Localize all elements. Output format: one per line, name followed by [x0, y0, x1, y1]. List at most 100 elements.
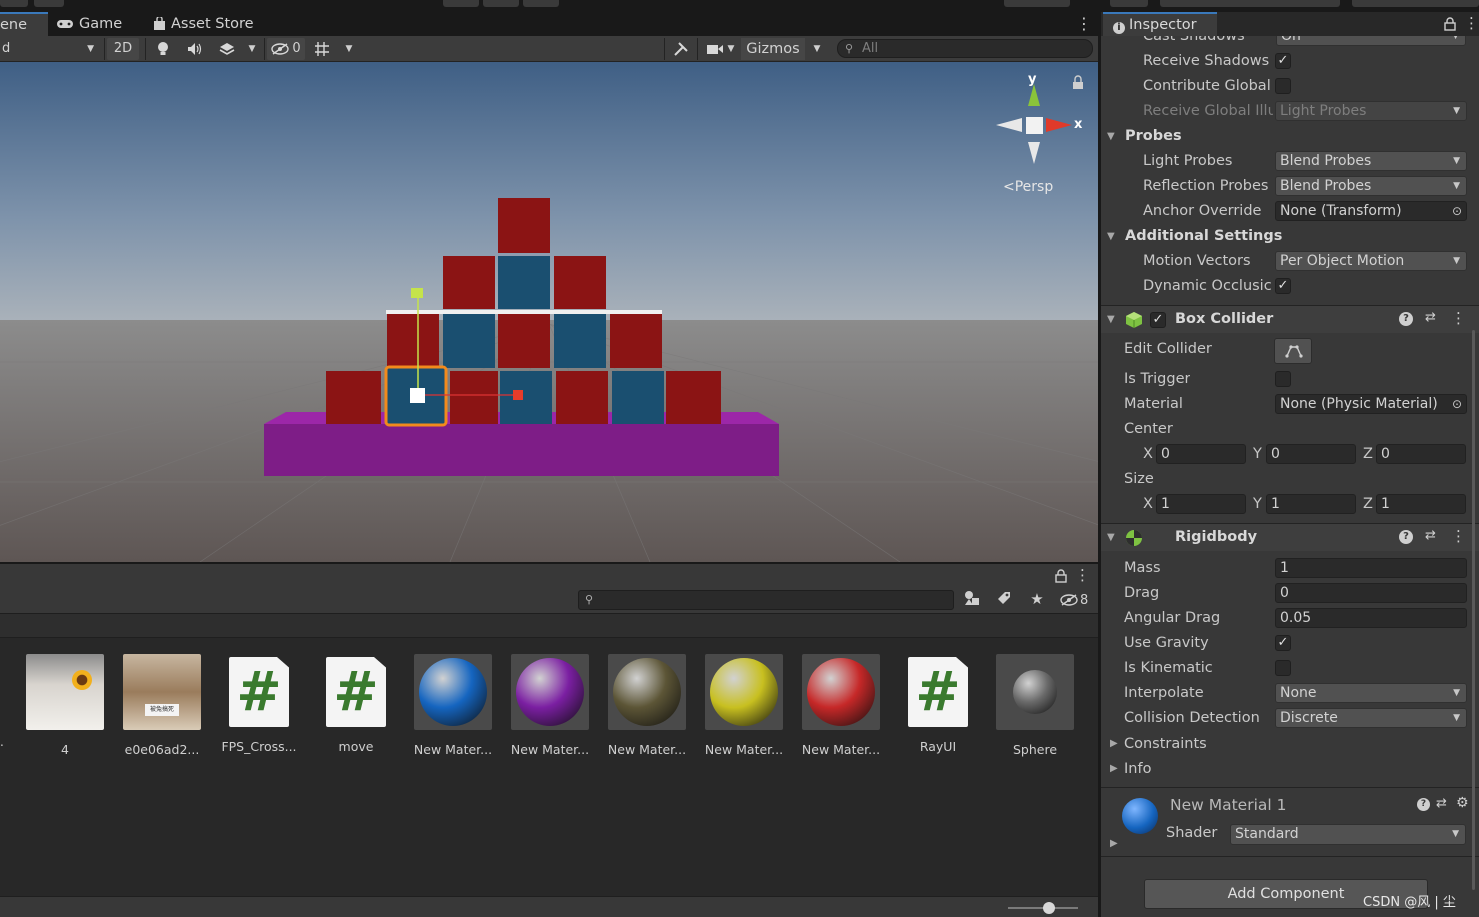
lighting-toggle-button[interactable] — [150, 38, 176, 60]
presets-icon[interactable]: ⇄ — [1425, 310, 1436, 325]
object-picker-icon[interactable]: ⊙ — [1452, 202, 1462, 220]
is-trigger-checkbox[interactable] — [1275, 371, 1291, 387]
play-button[interactable] — [443, 0, 479, 7]
light-probes-dropdown[interactable]: Blend Probes — [1275, 151, 1467, 171]
center-y-field[interactable]: 0 — [1266, 444, 1356, 464]
effects-toggle-button[interactable] — [214, 38, 240, 60]
gizmo-x-label[interactable]: x — [1074, 117, 1082, 132]
rigidbody-header[interactable]: ▼ Rigidbody ? ⇄ ⋮ — [1101, 523, 1479, 551]
gizmo-y-label[interactable]: y — [1028, 72, 1036, 87]
collider-material-field[interactable]: None (Physic Material) ⊙ — [1275, 394, 1467, 414]
constraints-foldout[interactable]: ▶ Constraints — [1101, 732, 1479, 757]
asset-item[interactable]: # FPS_Cross... — [214, 654, 304, 754]
lock-icon[interactable] — [1055, 568, 1067, 583]
effects-dropdown[interactable]: ▼ — [242, 38, 262, 60]
angular-drag-field[interactable]: 0.05 — [1275, 608, 1467, 628]
asset-item[interactable]: New Mater... — [408, 654, 498, 757]
presets-icon[interactable]: ⇄ — [1436, 796, 1447, 811]
tab-scene[interactable]: ene — [0, 12, 48, 36]
dynamic-occlusion-checkbox[interactable]: ✓ — [1275, 278, 1291, 294]
probes-foldout[interactable]: ▼ Probes — [1101, 124, 1479, 149]
kebab-menu-icon[interactable]: ⋮ — [1464, 14, 1479, 32]
receive-shadows-checkbox[interactable]: ✓ — [1275, 53, 1291, 69]
box-collider-header[interactable]: ▼ ✓ Box Collider ? ⇄ ⋮ — [1101, 305, 1479, 333]
asset-item[interactable]: Sphere — [990, 654, 1080, 757]
help-icon[interactable]: ? — [1399, 530, 1413, 544]
gizmos-dropdown[interactable]: ▼ — [807, 38, 827, 60]
size-y-field[interactable]: 1 — [1266, 494, 1356, 514]
size-x-field[interactable]: 1 — [1156, 494, 1246, 514]
2d-toggle-button[interactable]: 2D — [107, 38, 139, 60]
zoom-slider-handle[interactable] — [1043, 902, 1055, 914]
collision-detection-dropdown[interactable]: Discrete — [1275, 708, 1467, 728]
use-gravity-checkbox[interactable]: ✓ — [1275, 635, 1291, 651]
layout-button[interactable] — [1110, 0, 1148, 7]
star-icon[interactable]: ★ — [1025, 590, 1049, 610]
tab-game[interactable]: Game — [56, 12, 122, 36]
grid-toggle-button[interactable] — [309, 38, 335, 60]
help-icon[interactable]: ? — [1399, 312, 1413, 326]
kebab-menu-icon[interactable]: ⋮ — [1451, 309, 1466, 327]
grid-dropdown[interactable]: ▼ — [338, 38, 360, 60]
asset-item[interactable]: # RayUI — [893, 654, 983, 754]
camera-settings-button[interactable]: ▼ — [700, 38, 740, 60]
draw-mode-dropdown[interactable]: d ▼ — [0, 38, 100, 60]
shader-dropdown[interactable]: Standard — [1230, 824, 1466, 845]
is-kinematic-checkbox[interactable] — [1275, 660, 1291, 676]
contribute-gi-checkbox[interactable] — [1275, 78, 1291, 94]
pause-button[interactable] — [483, 0, 519, 7]
filter-by-label-button[interactable] — [992, 590, 1016, 610]
project-search-input[interactable]: ⚲ — [578, 590, 954, 610]
asset-item[interactable]: # move — [311, 654, 401, 754]
center-z-field[interactable]: 0 — [1376, 444, 1466, 464]
foldout-arrow-icon[interactable]: ▶ — [1110, 838, 1118, 849]
filter-by-type-button[interactable] — [960, 590, 984, 610]
account-button[interactable] — [34, 0, 64, 7]
tab-asset-store[interactable]: Asset Store — [153, 12, 254, 36]
asset-item[interactable]: New Mater... — [796, 654, 886, 757]
asset-item[interactable]: New Mater... — [699, 654, 789, 757]
scene-visibility-toggle[interactable]: 0 — [267, 38, 305, 60]
top-button[interactable] — [0, 0, 28, 7]
gear-icon[interactable]: ⚙ — [1456, 795, 1469, 811]
layers-button[interactable] — [1004, 0, 1070, 7]
layout-dropdown[interactable] — [1352, 0, 1479, 7]
tools-button[interactable] — [668, 38, 694, 60]
gizmos-button[interactable]: Gizmos — [741, 38, 805, 60]
cast-shadows-dropdown[interactable]: On — [1276, 36, 1466, 46]
mass-field[interactable]: 1 — [1275, 558, 1467, 578]
box-collider-enabled-checkbox[interactable]: ✓ — [1150, 312, 1166, 328]
kebab-menu-icon[interactable]: ⋮ — [1451, 527, 1466, 545]
drag-field[interactable]: 0 — [1275, 583, 1467, 603]
additional-settings-foldout[interactable]: ▼ Additional Settings — [1101, 224, 1479, 249]
info-foldout[interactable]: ▶ Info — [1101, 757, 1479, 782]
kebab-menu-icon[interactable]: ⋮ — [1076, 14, 1092, 34]
asset-item[interactable]: 被兔搞死 e0e06ad2... — [117, 654, 207, 757]
perspective-toggle[interactable]: <Persp — [1003, 179, 1053, 195]
asset-item[interactable]: New Mater... — [602, 654, 692, 757]
asset-item[interactable]: 4 — [20, 654, 110, 757]
interpolate-dropdown[interactable]: None — [1275, 683, 1467, 703]
hidden-packages-toggle[interactable]: 8 — [1060, 590, 1094, 610]
step-button[interactable] — [523, 0, 559, 7]
kebab-menu-icon[interactable]: ⋮ — [1075, 566, 1090, 584]
tab-inspector[interactable]: i Inspector — [1103, 12, 1217, 36]
motion-vectors-dropdown[interactable]: Per Object Motion — [1275, 251, 1467, 271]
account-dropdown[interactable] — [1160, 0, 1340, 7]
lock-icon[interactable] — [1444, 16, 1456, 31]
reflection-probes-dropdown[interactable]: Blend Probes — [1275, 176, 1467, 196]
scene-search-input[interactable]: ⚲ All — [837, 39, 1093, 58]
audio-toggle-button[interactable] — [182, 38, 208, 60]
center-x-field[interactable]: 0 — [1156, 444, 1246, 464]
scene-viewport[interactable]: y x <Persp — [0, 62, 1098, 562]
anchor-override-field[interactable]: None (Transform) ⊙ — [1275, 201, 1467, 221]
help-icon[interactable]: ? — [1417, 798, 1430, 811]
shader-value: Standard — [1235, 826, 1299, 842]
edit-collider-button[interactable] — [1274, 338, 1312, 364]
toolbar-divider — [264, 38, 265, 60]
asset-item[interactable]: New Mater... — [505, 654, 595, 757]
size-z-field[interactable]: 1 — [1376, 494, 1466, 514]
object-picker-icon[interactable]: ⊙ — [1451, 395, 1462, 413]
inspector-scrollbar[interactable] — [1472, 330, 1475, 890]
presets-icon[interactable]: ⇄ — [1425, 528, 1436, 543]
